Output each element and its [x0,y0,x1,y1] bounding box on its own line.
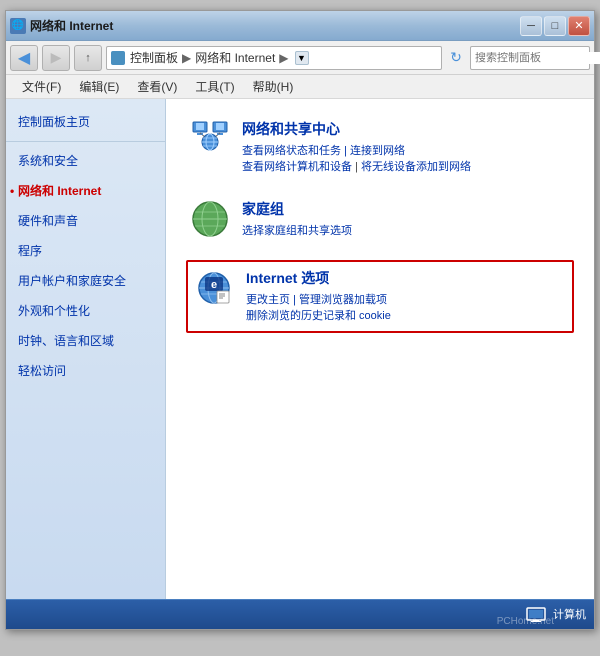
close-button[interactable]: ✕ [568,16,590,36]
titlebar-left: 🌐 网络和 Internet [10,17,113,34]
watermark: PCHome.net [497,616,554,627]
content-area: 控制面板主页 系统和安全 网络和 Internet 硬件和声音 程序 用户帐户和… [6,99,594,599]
taskbar: PCHome.net 计算机 [6,599,594,629]
refresh-button[interactable]: ↻ [446,48,466,68]
sidebar-item-ease[interactable]: 轻松访问 [6,356,165,386]
network-sharing-icon [190,119,230,159]
address-bar: 控制面板 ▶ 网络和 Internet ▶ ▼ [106,46,442,70]
network-sharing-title[interactable]: 网络和共享中心 [242,119,570,139]
sidebar-item-clock[interactable]: 时钟、语言和区域 [6,326,165,356]
homegroup-title[interactable]: 家庭组 [242,199,570,219]
internet-change-homepage-link[interactable]: 更改主页 [246,294,290,306]
network-view-computers-link[interactable]: 查看网络计算机和设备 [242,161,352,173]
back-button[interactable]: ◀ [10,45,38,71]
forward-button[interactable]: ▶ [42,45,70,71]
maximize-button[interactable]: □ [544,16,566,36]
sidebar-item-user-accounts[interactable]: 用户帐户和家庭安全 [6,266,165,296]
network-add-wireless-link[interactable]: 将无线设备添加到网络 [361,161,471,173]
sidebar-item-appearance[interactable]: 外观和个性化 [6,296,165,326]
network-sharing-desc: 查看网络计算机和设备 | 将无线设备添加到网络 [242,160,570,175]
search-box: 🔍 [470,46,590,70]
network-view-status-link[interactable]: 查看网络状态和任务 [242,145,341,157]
menubar: 文件(F) 编辑(E) 查看(V) 工具(T) 帮助(H) [6,75,594,99]
navbar: ◀ ▶ ↑ 控制面板 ▶ 网络和 Internet ▶ ▼ ↻ 🔍 [6,41,594,75]
homegroup-section: 家庭组 选择家庭组和共享选项 [186,195,574,244]
network-sharing-text: 网络和共享中心 查看网络状态和任务 | 连接到网络 查看网络计算机和设备 | 将… [242,119,570,175]
internet-options-desc: 删除浏览的历史记录和 cookie [246,309,566,324]
titlebar: 🌐 网络和 Internet ─ □ ✕ [6,11,594,41]
titlebar-controls: ─ □ ✕ [520,16,590,36]
sidebar-item-programs[interactable]: 程序 [6,236,165,266]
svg-text:e: e [211,279,217,291]
internet-options-links: 更改主页 | 管理浏览器加载项 [246,291,566,307]
sidebar: 控制面板主页 系统和安全 网络和 Internet 硬件和声音 程序 用户帐户和… [6,99,166,599]
sidebar-item-network[interactable]: 网络和 Internet [6,176,165,206]
minimize-button[interactable]: ─ [520,16,542,36]
titlebar-icon: 🌐 [10,18,26,34]
homegroup-choose-link[interactable]: 选择家庭组和共享选项 [242,225,352,237]
network-sharing-links: 查看网络状态和任务 | 连接到网络 [242,142,570,158]
sidebar-divider-1 [6,141,165,142]
internet-options-text: Internet 选项 更改主页 | 管理浏览器加载项 删除浏览的历史记录和 c… [246,268,566,324]
internet-options-icon: e [194,268,234,308]
network-sharing-section: 网络和共享中心 查看网络状态和任务 | 连接到网络 查看网络计算机和设备 | 将… [186,115,574,179]
main-window: 🌐 网络和 Internet ─ □ ✕ ◀ ▶ ↑ 控制面板 ▶ 网络和 In… [5,10,595,630]
menu-edit[interactable]: 编辑(E) [71,76,127,97]
internet-options-section: e Internet 选项 更改主页 | 管理浏览器加载项 [186,260,574,332]
sidebar-item-controlpanel[interactable]: 控制面板主页 [6,107,165,137]
homegroup-icon [190,199,230,239]
search-input[interactable] [475,52,600,64]
address-segment-root: 控制面板 ▶ 网络和 Internet ▶ [111,49,291,66]
network-connect-link[interactable]: 连接到网络 [350,145,405,157]
titlebar-title: 网络和 Internet [30,17,113,34]
menu-view[interactable]: 查看(V) [129,76,185,97]
menu-file[interactable]: 文件(F) [14,76,69,97]
menu-help[interactable]: 帮助(H) [245,76,302,97]
main-panel: 网络和共享中心 查看网络状态和任务 | 连接到网络 查看网络计算机和设备 | 将… [166,99,594,599]
up-button[interactable]: ↑ [74,45,102,71]
homegroup-text: 家庭组 选择家庭组和共享选项 [242,199,570,240]
address-breadcrumb-controlpanel[interactable]: 控制面板 [130,49,178,66]
internet-options-title[interactable]: Internet 选项 [246,268,566,288]
internet-delete-history-link[interactable]: 删除浏览的历史记录和 cookie [246,310,391,322]
homegroup-links: 选择家庭组和共享选项 [242,222,570,238]
sidebar-item-system[interactable]: 系统和安全 [6,146,165,176]
address-dropdown-btn[interactable]: ▼ [295,51,309,65]
address-breadcrumb-network[interactable]: 网络和 Internet [195,49,275,66]
sidebar-item-hardware[interactable]: 硬件和声音 [6,206,165,236]
menu-tools[interactable]: 工具(T) [187,76,242,97]
internet-manage-addons-link[interactable]: 管理浏览器加载项 [299,294,387,306]
